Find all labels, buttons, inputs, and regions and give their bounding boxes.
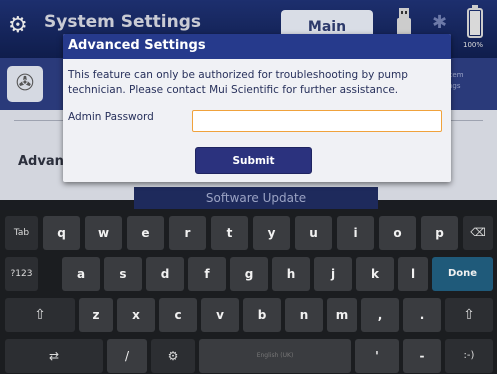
key-j[interactable]: j: [314, 257, 352, 291]
key-u[interactable]: u: [295, 216, 332, 250]
emoji-key[interactable]: :-): [445, 339, 493, 373]
key-f[interactable]: f: [188, 257, 226, 291]
software-update-button[interactable]: Software Update: [134, 187, 378, 209]
keyboard-row-3: ⇧ z x c v b n m , . ⇧: [0, 298, 497, 332]
done-key[interactable]: Done: [432, 257, 493, 291]
dialog-title: Advanced Settings: [63, 34, 451, 59]
key-hyphen[interactable]: -: [403, 339, 441, 373]
key-i[interactable]: i: [337, 216, 374, 250]
key-q[interactable]: q: [43, 216, 80, 250]
dialog-message: This feature can only be authorized for …: [68, 69, 408, 96]
admin-password-input[interactable]: [192, 110, 442, 132]
key-period[interactable]: .: [403, 298, 441, 332]
key-y[interactable]: y: [253, 216, 290, 250]
key-slash[interactable]: /: [107, 339, 147, 373]
fan-button[interactable]: ✇: [7, 66, 43, 102]
spacebar-key[interactable]: English (UK): [199, 339, 351, 373]
battery-fill: [470, 11, 480, 35]
key-c[interactable]: c: [159, 298, 197, 332]
key-v[interactable]: v: [201, 298, 239, 332]
gears-icon: ⚙: [8, 13, 28, 38]
key-k[interactable]: k: [356, 257, 394, 291]
app-title: System Settings: [44, 12, 201, 32]
key-m[interactable]: m: [327, 298, 357, 332]
key-a[interactable]: a: [62, 257, 100, 291]
screen: ⚙ System Settings Main ✱ 100% ✇ stem ing…: [0, 0, 497, 374]
key-t[interactable]: t: [211, 216, 248, 250]
key-w[interactable]: w: [85, 216, 122, 250]
bluetooth-icon: ✱: [432, 12, 448, 33]
backspace-key[interactable]: ⌫: [463, 216, 493, 250]
battery-icon: [467, 5, 483, 38]
onscreen-keyboard: Tab q w e r t y u i o p ⌫ ?123 a s d f g…: [0, 210, 497, 374]
key-apostrophe[interactable]: ': [355, 339, 399, 373]
key-l[interactable]: l: [398, 257, 428, 291]
key-z[interactable]: z: [79, 298, 113, 332]
key-h[interactable]: h: [272, 257, 310, 291]
key-x[interactable]: x: [117, 298, 155, 332]
keyboard-row-4: ⇄ / ⚙ English (UK) ' - :-): [0, 339, 497, 373]
settings-key[interactable]: ⚙: [151, 339, 195, 373]
battery-percent: 100%: [463, 41, 484, 49]
key-tab[interactable]: Tab: [5, 216, 38, 250]
key-comma[interactable]: ,: [361, 298, 399, 332]
key-n[interactable]: n: [285, 298, 323, 332]
key-s[interactable]: s: [104, 257, 142, 291]
password-label: Admin Password: [68, 111, 154, 123]
key-r[interactable]: r: [169, 216, 206, 250]
shift-left-key[interactable]: ⇧: [5, 298, 75, 332]
submit-button[interactable]: Submit: [195, 147, 312, 174]
keyboard-row-2: ?123 a s d f g h j k l Done: [0, 257, 497, 291]
keyboard-row-1: Tab q w e r t y u i o p ⌫: [0, 216, 497, 250]
keyboard-switch-key[interactable]: ⇄: [5, 339, 103, 373]
key-g[interactable]: g: [230, 257, 268, 291]
key-e[interactable]: e: [127, 216, 164, 250]
shift-right-key[interactable]: ⇧: [445, 298, 493, 332]
section-label: Advan: [18, 154, 64, 169]
key-b[interactable]: b: [243, 298, 281, 332]
advanced-settings-dialog: Advanced Settings This feature can only …: [63, 34, 451, 182]
key-d[interactable]: d: [146, 257, 184, 291]
key-symbols[interactable]: ?123: [5, 257, 38, 291]
key-p[interactable]: p: [421, 216, 458, 250]
fan-icon: ✇: [15, 71, 35, 96]
key-o[interactable]: o: [379, 216, 416, 250]
